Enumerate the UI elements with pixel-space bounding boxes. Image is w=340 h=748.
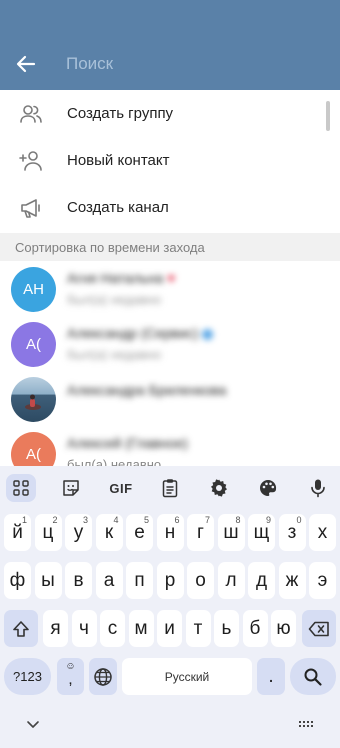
create-channel-button[interactable]: Создать канал — [0, 184, 340, 231]
clipboard-icon — [162, 479, 178, 498]
key[interactable]: д — [248, 562, 275, 599]
avatar-photo — [11, 377, 56, 422]
section-title: Сортировка по времени захода — [15, 240, 205, 255]
gif-label: GIF — [109, 480, 133, 496]
symbols-key[interactable]: ?123 — [4, 658, 51, 695]
contact-name: Александра Бриленкова — [67, 382, 227, 398]
key[interactable]: л — [217, 562, 245, 599]
key[interactable]: м — [128, 610, 154, 647]
avatar: АН — [11, 267, 56, 312]
key[interactable]: ю — [271, 610, 296, 647]
key[interactable]: ж — [278, 562, 306, 599]
chevron-down-icon[interactable] — [26, 720, 40, 730]
keyboard: GIF й1ц2у3к4е5н6г7ш8щ9з0х фывапролджэ ячсм… — [0, 466, 340, 748]
verified-icon — [202, 328, 214, 340]
key[interactable]: я — [43, 610, 68, 647]
backspace-key[interactable] — [302, 610, 336, 647]
contact-name: Александр (Сервис) — [67, 325, 214, 341]
backspace-icon — [308, 621, 329, 636]
shift-key[interactable] — [4, 610, 38, 647]
contact-row[interactable]: Александра Бриленкова — [0, 374, 340, 430]
key[interactable]: щ9 — [248, 514, 275, 551]
key[interactable]: р — [156, 562, 184, 599]
back-arrow-icon[interactable] — [14, 52, 38, 76]
key[interactable]: з0 — [278, 514, 306, 551]
period-key[interactable]: . — [257, 658, 285, 695]
add-contact-icon — [19, 151, 42, 171]
photo-image — [25, 394, 41, 410]
sticker-button[interactable] — [56, 474, 86, 502]
search-key[interactable] — [290, 658, 336, 695]
shift-icon — [13, 620, 29, 637]
group-icon — [20, 105, 42, 123]
key[interactable]: й1 — [4, 514, 31, 551]
heart-icon: ♥ — [167, 270, 176, 286]
key[interactable]: ч — [71, 610, 97, 647]
app-header — [0, 0, 340, 90]
key[interactable]: г7 — [187, 514, 214, 551]
scrollbar[interactable] — [326, 101, 330, 131]
key[interactable]: ш8 — [217, 514, 245, 551]
contact-status: был(а) недавно — [67, 347, 162, 362]
contact-row[interactable]: А( Александр (Сервис) был(а) недавно — [0, 319, 340, 375]
theme-button[interactable] — [253, 474, 283, 502]
key[interactable]: у3 — [65, 514, 92, 551]
search-input[interactable] — [66, 50, 316, 78]
avatar: А( — [11, 322, 56, 367]
keyboard-switch-icon[interactable] — [298, 720, 316, 730]
section-header: Сортировка по времени захода — [0, 233, 340, 261]
create-group-label: Создать группу — [67, 105, 174, 122]
palette-icon — [260, 479, 277, 496]
key[interactable]: ы — [34, 562, 62, 599]
create-channel-label: Создать канал — [67, 199, 169, 216]
contact-name: Алексей (Главное) — [67, 435, 188, 451]
key[interactable]: о — [187, 562, 214, 599]
key[interactable]: к4 — [95, 514, 123, 551]
contact-row[interactable]: АН Агня Натальна ♥ был(а) недавно — [0, 264, 340, 320]
new-contact-label: Новый контакт — [67, 152, 170, 169]
settings-button[interactable] — [204, 474, 234, 502]
key[interactable]: и — [157, 610, 182, 647]
key[interactable]: ф — [4, 562, 31, 599]
key[interactable]: б — [242, 610, 268, 647]
key[interactable]: н6 — [156, 514, 184, 551]
key[interactable]: ь — [214, 610, 239, 647]
gear-icon — [211, 479, 227, 497]
gif-button[interactable]: GIF — [105, 474, 137, 502]
sticker-icon — [63, 480, 79, 496]
create-group-button[interactable]: Создать группу — [0, 90, 340, 137]
clipboard-button[interactable] — [155, 474, 185, 502]
megaphone-icon — [21, 199, 40, 218]
key[interactable]: п — [126, 562, 153, 599]
key[interactable]: в — [65, 562, 92, 599]
key[interactable]: а — [95, 562, 123, 599]
key[interactable]: т — [185, 610, 211, 647]
new-contact-button[interactable]: Новый контакт — [0, 137, 340, 184]
contact-status: был(а) недавно — [67, 292, 162, 307]
navigation-bar — [0, 710, 340, 748]
voice-input-button[interactable] — [303, 474, 333, 502]
key[interactable]: ц2 — [34, 514, 62, 551]
apps-grid-button[interactable] — [6, 474, 36, 502]
emoji-comma-key[interactable]: ☺ , — [57, 658, 84, 695]
key[interactable]: х — [309, 514, 336, 551]
grid-icon — [13, 480, 29, 496]
microphone-icon — [311, 479, 325, 498]
language-key[interactable] — [89, 658, 117, 695]
globe-icon — [94, 667, 112, 686]
search-icon — [304, 668, 322, 686]
key[interactable]: с — [100, 610, 125, 647]
contact-name: Агня Натальна ♥ — [67, 270, 176, 286]
key[interactable]: е5 — [126, 514, 153, 551]
key[interactable]: э — [309, 562, 336, 599]
space-key[interactable]: Русский — [122, 658, 252, 695]
